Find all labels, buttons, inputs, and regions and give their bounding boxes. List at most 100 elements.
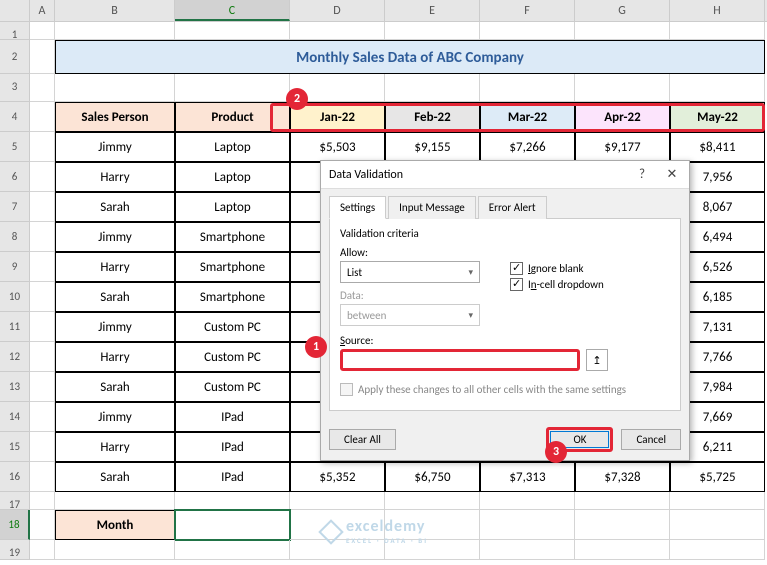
clear-all-button[interactable]: Clear All	[329, 429, 396, 450]
column-headers: A B C D E F G H	[0, 0, 767, 22]
cell-product[interactable]: Laptop	[175, 162, 290, 192]
cell-product[interactable]: Laptop	[175, 132, 290, 162]
cell-val[interactable]: $7,328	[575, 462, 670, 492]
row-header[interactable]: 4	[0, 102, 30, 132]
header-sales-person[interactable]: Sales Person	[55, 102, 175, 132]
source-input[interactable]	[340, 349, 580, 371]
cell-product[interactable]: Smartphone	[175, 282, 290, 312]
col-header-g[interactable]: G	[575, 0, 670, 21]
cell-person[interactable]: Harry	[55, 252, 175, 282]
cell-product[interactable]: Smartphone	[175, 252, 290, 282]
cell-person[interactable]: Jimmy	[55, 132, 175, 162]
row-header[interactable]: 2	[0, 40, 30, 74]
cell-person[interactable]: Sarah	[55, 282, 175, 312]
validation-criteria-label: Validation criteria	[340, 227, 670, 240]
row-header[interactable]: 19	[0, 540, 30, 560]
tab-settings[interactable]: Settings	[329, 196, 386, 219]
cell-person[interactable]: Jimmy	[55, 222, 175, 252]
month-value-cell[interactable]	[175, 510, 290, 540]
data-label: Data:	[340, 289, 490, 302]
cell-product[interactable]: IPad	[175, 402, 290, 432]
row-header[interactable]: 5	[0, 132, 30, 162]
col-header-e[interactable]: E	[385, 0, 480, 21]
row-header[interactable]: 10	[0, 282, 30, 312]
tab-input-message[interactable]: Input Message	[388, 196, 476, 219]
row-3: 3	[0, 74, 767, 102]
cell-person[interactable]: Sarah	[55, 462, 175, 492]
header-may[interactable]: May-22	[670, 102, 765, 132]
month-label-cell[interactable]: Month	[55, 510, 175, 540]
row-header[interactable]: 13	[0, 372, 30, 402]
col-header-d[interactable]: D	[290, 0, 385, 21]
cell-product[interactable]: Laptop	[175, 192, 290, 222]
header-feb[interactable]: Feb-22	[385, 102, 480, 132]
row-header[interactable]: 17	[0, 492, 30, 510]
cell-val[interactable]: $9,177	[575, 132, 670, 162]
cell-product[interactable]: Custom PC	[175, 312, 290, 342]
col-header-h[interactable]: H	[670, 0, 765, 21]
data-value: between	[347, 309, 386, 322]
tab-body: Validation criteria Allow: List ▾ Data: …	[329, 218, 681, 411]
col-header-c[interactable]: C	[175, 0, 290, 21]
cell-person[interactable]: Harry	[55, 342, 175, 372]
row-header[interactable]: 3	[0, 74, 30, 102]
row-header[interactable]: 15	[0, 432, 30, 462]
cell-product[interactable]: Custom PC	[175, 342, 290, 372]
cell-val[interactable]: $7,266	[480, 132, 575, 162]
col-header-b[interactable]: B	[55, 0, 175, 21]
cell-val[interactable]: $5,725	[670, 462, 765, 492]
row-header[interactable]: 9	[0, 252, 30, 282]
header-product[interactable]: Product	[175, 102, 290, 132]
data-dropdown: between ▾	[340, 304, 480, 326]
cell-product[interactable]: IPad	[175, 462, 290, 492]
cell-product[interactable]: IPad	[175, 432, 290, 462]
cell-person[interactable]: Harry	[55, 432, 175, 462]
cell-val[interactable]: $8,411	[670, 132, 765, 162]
row-header[interactable]: 8	[0, 222, 30, 252]
cell-val[interactable]: $9,155	[385, 132, 480, 162]
ignore-blank-checkbox[interactable]: Ignore blank	[510, 262, 604, 275]
cell-val[interactable]: $6,750	[385, 462, 480, 492]
row-header[interactable]: 12	[0, 342, 30, 372]
range-selector-button[interactable]: ↥	[586, 349, 608, 371]
row-header[interactable]: 14	[0, 402, 30, 432]
cell-val[interactable]: $5,503	[290, 132, 385, 162]
row-header[interactable]: 7	[0, 192, 30, 222]
chevron-down-icon: ▾	[468, 310, 473, 321]
select-all-corner[interactable]	[0, 0, 30, 21]
watermark-icon	[320, 521, 340, 541]
tab-error-alert[interactable]: Error Alert	[478, 196, 547, 219]
dialog-titlebar[interactable]: Data Validation ? ✕	[321, 161, 689, 189]
header-apr[interactable]: Apr-22	[575, 102, 670, 132]
incell-dropdown-checkbox[interactable]: In-cell dropdown	[510, 278, 604, 291]
row-header[interactable]: 18	[0, 510, 30, 540]
callout-3: 3	[545, 441, 567, 463]
allow-dropdown[interactable]: List ▾	[340, 261, 480, 283]
cell-product[interactable]: Custom PC	[175, 372, 290, 402]
cell-person[interactable]: Jimmy	[55, 402, 175, 432]
callout-1: 1	[305, 336, 327, 358]
row-header[interactable]: 1	[0, 22, 30, 40]
cell-person[interactable]: Sarah	[55, 192, 175, 222]
col-header-a[interactable]: A	[30, 0, 55, 21]
allow-label: Allow:	[340, 246, 490, 259]
row-header[interactable]: 16	[0, 462, 30, 492]
allow-value: List	[347, 266, 362, 279]
cell-person[interactable]: Jimmy	[55, 312, 175, 342]
table-row: 5 JimmyLaptop$5,503$9,155$7,266$9,177$8,4…	[0, 132, 767, 162]
cell-person[interactable]: Harry	[55, 162, 175, 192]
cell-person[interactable]: Sarah	[55, 372, 175, 402]
cell-val[interactable]: $7,313	[480, 462, 575, 492]
help-icon[interactable]: ?	[633, 167, 651, 182]
close-icon[interactable]: ✕	[663, 167, 681, 182]
apply-changes-label: Apply these changes to all other cells w…	[358, 383, 626, 396]
cancel-button[interactable]: Cancel	[621, 429, 681, 450]
cell-product[interactable]: Smartphone	[175, 222, 290, 252]
title-cell[interactable]: Monthly Sales Data of ABC Company	[55, 40, 765, 74]
header-mar[interactable]: Mar-22	[480, 102, 575, 132]
row-4-headers: 4 Sales Person Product Jan-22 Feb-22 Mar…	[0, 102, 767, 132]
col-header-f[interactable]: F	[480, 0, 575, 21]
row-header[interactable]: 11	[0, 312, 30, 342]
row-header[interactable]: 6	[0, 162, 30, 192]
cell-val[interactable]: $5,352	[290, 462, 385, 492]
